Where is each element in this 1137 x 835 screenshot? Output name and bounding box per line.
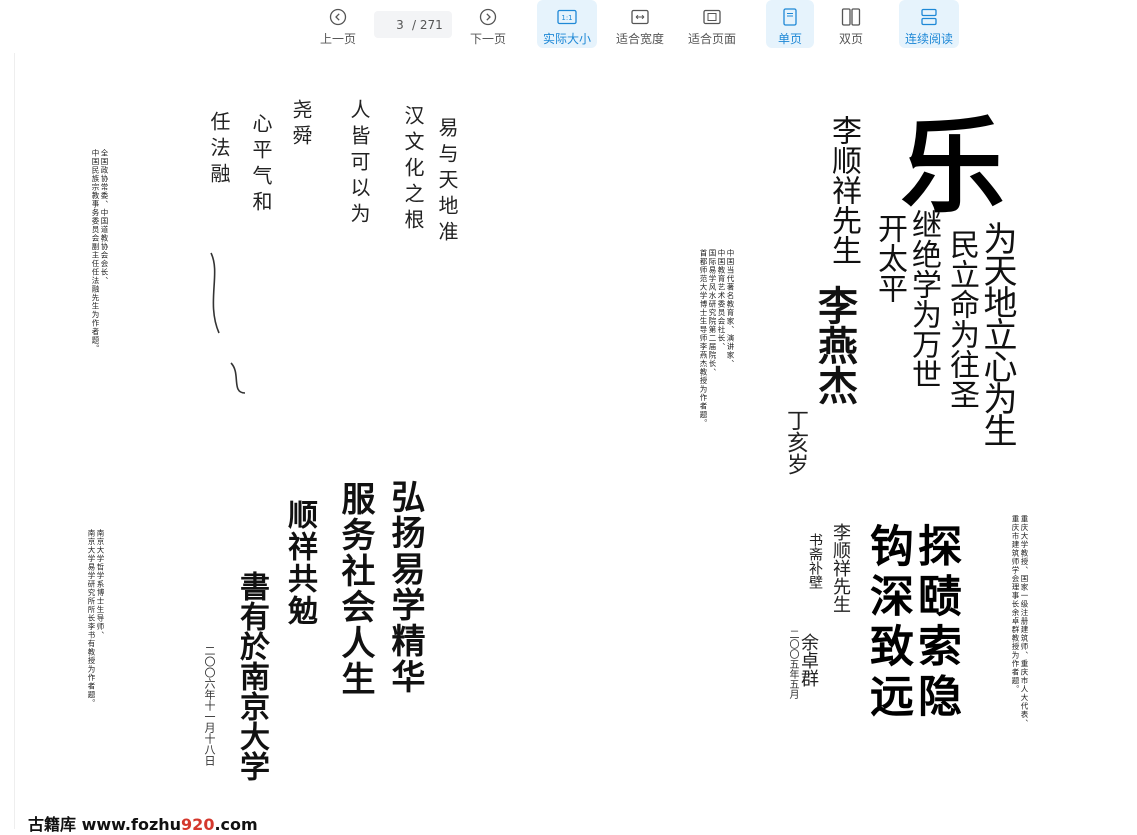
calligraphy-2-col-2: 服务社会人生 (335, 481, 375, 697)
site-url-red: 920 (181, 815, 215, 834)
next-page-label: 下一页 (469, 32, 506, 46)
calligraphy-1-col-2: 汉文化之根 (401, 105, 425, 235)
chevron-right-circle-icon (478, 7, 498, 27)
fit-width-label: 适合宽度 (615, 32, 664, 46)
fit-width-icon (630, 7, 650, 27)
calligraphy-1-col-6: 任法融 (207, 111, 231, 189)
actual-size-icon-text: 1:1 (561, 14, 572, 22)
calligraphy-2-col-4: 書有於南京大学 (234, 571, 269, 781)
calligraphy-3-dedication: 李顺祥先生 (826, 115, 861, 265)
double-page-label: 双页 (838, 32, 863, 46)
site-watermark: 古籍库 www.fozhu920.com (28, 811, 258, 835)
caption-yu-line-2: 重庆市建筑师学会理事长余卓群教授为作者题。 (1011, 515, 1020, 694)
calligraphy-2-col-3: 顺祥共勉 (282, 499, 317, 627)
total-pages: / 271 (412, 17, 443, 32)
site-url-suffix: .com (214, 815, 258, 834)
actual-size-button[interactable]: 1:1 实际大小 (537, 0, 597, 48)
fit-width-button[interactable]: 适合宽度 (612, 0, 668, 48)
prev-page-label: 上一页 (319, 32, 356, 46)
calligraphy-4-dedication: 李顺祥先生 (830, 523, 851, 613)
calligraphy-1-col-1: 易与天地准 (435, 117, 459, 247)
caption-yanjie-line-2: 中国教育艺术委员会社长、 (717, 249, 726, 351)
caption-ren-farong: 全国政协常委、中国道教协会会长、 中国民族宗教事务委员会副主任任法融先生为作者题… (91, 149, 109, 459)
caption-li-shuyou: 南京大学哲学系博士生导师、 南京大学易学研究所所长李书有教授为作者题。 (87, 529, 105, 759)
chevron-left-circle-icon (328, 7, 348, 27)
calligraphy-3-big-char: 乐 (882, 111, 1005, 215)
calligraphy-3-col-2: 民立命为往圣 (944, 229, 979, 409)
site-url-prefix: www.fozhu (81, 815, 182, 834)
current-page-input[interactable]: 3 (392, 18, 408, 32)
caption-ren-line-1: 全国政协常委、中国道教协会会长、 (100, 149, 109, 285)
actual-size-label: 实际大小 (542, 32, 591, 46)
caption-li-line-2: 南京大学易学研究所所长李书有教授为作者题。 (87, 529, 96, 708)
document-page: 全国政协常委、中国道教协会会长、 中国民族宗教事务委员会副主任任法融先生为作者题… (14, 53, 1137, 829)
caption-yu-zhuoqun: 重庆大学教授、国家一级注册建筑师、重庆市人大代表、 重庆市建筑师学会理事长余卓群… (1011, 515, 1029, 775)
calligraphy-4-date: 二〇〇五年五月 (787, 629, 798, 699)
single-page-icon (780, 7, 800, 27)
double-page-icon (841, 7, 861, 27)
reader-toolbar: 上一页 3 / 271 下一页 1:1 实际大小 适合宽度 适合页面 单页 双页… (0, 0, 1137, 52)
fit-page-icon (702, 7, 722, 27)
continuous-reading-button[interactable]: 连续阅读 (899, 0, 959, 48)
caption-li-yanjie: 中国当代著名教育家、演讲家、 中国教育艺术委员会社长、 国际易学风水研究院第二届… (699, 249, 735, 479)
caption-yanjie-line-3: 国际易学风水研究院第二届院长、 (708, 249, 717, 377)
caption-ren-line-2: 中国民族宗教事务委员会副主任任法融先生为作者题。 (91, 149, 100, 353)
actual-size-icon: 1:1 (557, 7, 577, 27)
continuous-reading-label: 连续阅读 (904, 32, 953, 46)
caption-yanjie-line-4: 首都师范大学博士生导师李燕杰教授为作者题。 (699, 249, 708, 428)
fit-page-label: 适合页面 (687, 32, 736, 46)
calligraphy-3-col-4: 开太平 (872, 213, 907, 303)
caption-yu-line-1: 重庆大学教授、国家一级注册建筑师、重庆市人大代表、 (1020, 515, 1029, 728)
calligraphy-2-date: 二〇〇六年十一月十八日 (203, 645, 216, 766)
calligraphy-1-col-4: 尧舜 (289, 99, 313, 151)
calligraphy-1-col-3: 人皆可以为 (347, 99, 371, 229)
caption-li-line-1: 南京大学哲学系博士生导师、 (96, 529, 105, 640)
page-number-box: 3 / 271 (374, 11, 452, 38)
prev-page-button[interactable]: 上一页 (316, 0, 360, 48)
site-name: 古籍库 (28, 815, 77, 834)
continuous-reading-icon (919, 7, 939, 27)
calligraphy-1-signature-strokes (210, 252, 246, 394)
caption-yanjie-line-1: 中国当代著名教育家、演讲家、 (726, 249, 735, 368)
calligraphy-2-col-1: 弘扬易学精华 (385, 479, 425, 695)
next-page-button[interactable]: 下一页 (466, 0, 510, 48)
single-page-button[interactable]: 单页 (766, 0, 814, 48)
calligraphy-4-dedication-2: 书斋补壁 (807, 533, 823, 589)
double-page-button[interactable]: 双页 (828, 0, 874, 48)
single-page-label: 单页 (777, 32, 802, 46)
calligraphy-3-signature: 李燕杰 (811, 285, 858, 405)
calligraphy-4-col-2: 钩深致远 (862, 523, 913, 723)
fit-page-button[interactable]: 适合页面 (684, 0, 740, 48)
calligraphy-3-date: 丁亥岁 (783, 409, 808, 475)
